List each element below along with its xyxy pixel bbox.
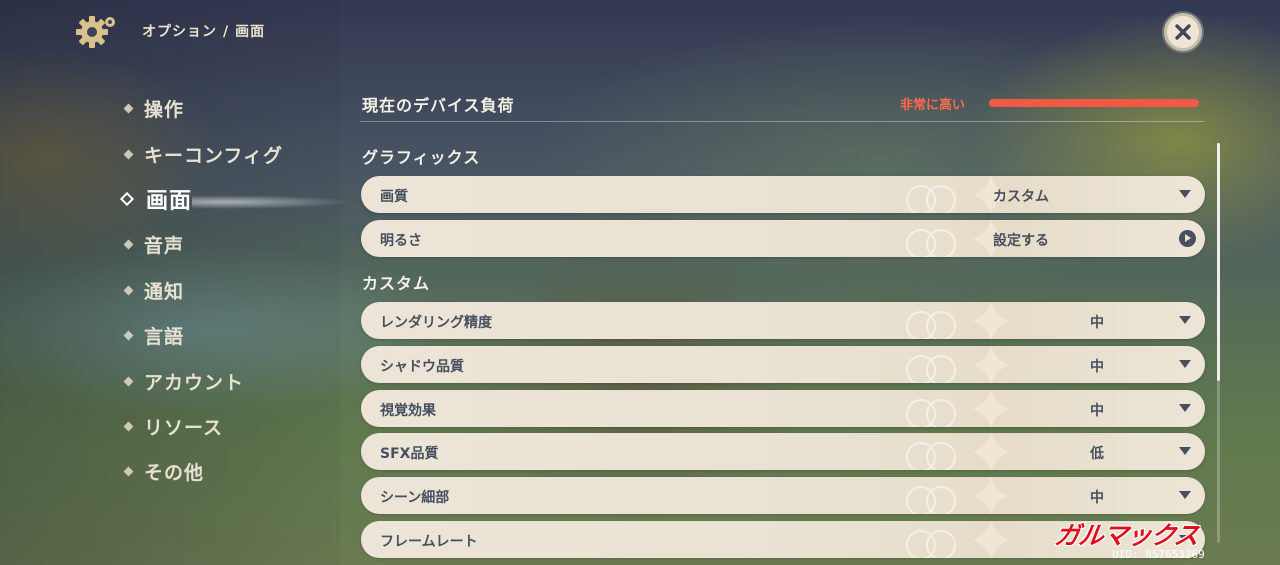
setting-row-quality[interactable]: 画質 カスタム	[361, 176, 1205, 213]
breadcrumb-current: 画面	[235, 24, 266, 40]
setting-label: 画質	[380, 189, 408, 205]
setting-label: シャドウ品質	[380, 359, 464, 375]
sidebar-item-notifications[interactable]: 通知	[122, 268, 342, 313]
chevron-down-icon	[1179, 316, 1191, 324]
play-arrow-icon	[1179, 230, 1196, 247]
setting-label: SFX品質	[380, 446, 439, 462]
sidebar-item-other[interactable]: その他	[122, 449, 342, 494]
close-button[interactable]	[1164, 13, 1202, 51]
breadcrumb: オプション / 画面	[142, 21, 265, 41]
setting-label: レンダリング精度	[380, 315, 492, 331]
setting-value: 設定する	[993, 233, 1049, 249]
close-icon	[1175, 24, 1191, 40]
diamond-bullet-icon	[119, 192, 135, 207]
sidebar-item-label: リソース	[144, 416, 224, 439]
setting-value: 低	[1090, 446, 1104, 462]
setting-value: カスタム	[993, 189, 1049, 205]
scrollbar-thumb[interactable]	[1217, 143, 1220, 381]
diamond-bullet-icon	[123, 285, 134, 296]
section-title-custom: カスタム	[362, 274, 431, 293]
device-load-bar	[989, 99, 1199, 107]
diamond-bullet-icon	[123, 466, 134, 477]
device-load-status: 非常に高い	[900, 98, 966, 113]
sidebar-item-resources[interactable]: リソース	[122, 404, 342, 449]
sidebar-item-label: 画面	[146, 189, 193, 215]
setting-row-shadow-quality[interactable]: シャドウ品質 中	[361, 346, 1205, 383]
sidebar-item-controls[interactable]: 操作	[122, 86, 342, 131]
sidebar-item-language[interactable]: 言語	[122, 313, 342, 358]
section-title-graphics: グラフィックス	[362, 148, 481, 167]
divider	[360, 121, 1204, 122]
sidebar-item-keybinds[interactable]: キーコンフィグ	[122, 131, 342, 176]
watermark-logo: ガルマックス	[1052, 521, 1201, 550]
sidebar-item-audio[interactable]: 音声	[122, 222, 342, 267]
setting-value: 中	[1090, 315, 1104, 331]
sidebar-item-label: アカウント	[144, 371, 245, 394]
sidebar-item-label: キーコンフィグ	[144, 144, 284, 167]
sidebar-item-label: 操作	[144, 99, 185, 122]
sidebar-item-label: 通知	[144, 280, 185, 303]
setting-row-scene-detail[interactable]: シーン細部 中	[361, 477, 1205, 514]
diamond-bullet-icon	[123, 330, 134, 341]
setting-row-sfx-quality[interactable]: SFX品質 低	[361, 433, 1205, 470]
diamond-bullet-icon	[123, 376, 134, 386]
diamond-bullet-icon	[123, 239, 134, 250]
chevron-down-icon	[1179, 190, 1191, 198]
setting-value: 中	[1090, 490, 1104, 506]
sidebar-item-label: その他	[144, 462, 205, 485]
setting-value: 中	[1090, 403, 1104, 419]
chevron-down-icon	[1179, 491, 1191, 499]
setting-label: シーン細部	[380, 490, 450, 506]
sidebar-item-graphics[interactable]: 画面	[119, 177, 352, 222]
setting-label: 視覚効果	[380, 403, 436, 419]
gear-icon	[72, 12, 120, 52]
diamond-bullet-icon	[123, 103, 134, 114]
setting-label: フレームレート	[380, 534, 478, 550]
device-load-title: 現在のデバイス負荷	[362, 96, 515, 115]
chevron-down-icon	[1179, 360, 1191, 368]
uid-label: UID: 857653269	[1112, 548, 1205, 561]
setting-value: 中	[1090, 359, 1104, 375]
breadcrumb-separator: /	[223, 24, 230, 40]
chevron-down-icon	[1179, 404, 1191, 412]
chevron-down-icon	[1179, 447, 1191, 455]
setting-row-brightness[interactable]: 明るさ 設定する	[361, 220, 1205, 257]
breadcrumb-parent[interactable]: オプション	[142, 24, 217, 40]
setting-row-render-resolution[interactable]: レンダリング精度 中	[361, 302, 1205, 339]
sidebar: 操作 キーコンフィグ 画面 音声 通知 言語 アカウント リソース その他	[119, 86, 352, 495]
sidebar-item-account[interactable]: アカウント	[122, 358, 342, 403]
setting-row-visual-effects[interactable]: 視覚効果 中	[361, 390, 1205, 427]
diamond-bullet-icon	[123, 421, 134, 432]
sidebar-item-label: 音声	[144, 235, 185, 258]
setting-label: 明るさ	[380, 233, 422, 249]
sidebar-item-label: 言語	[144, 326, 185, 349]
device-load-fill	[989, 99, 1199, 107]
diamond-bullet-icon	[123, 149, 134, 160]
